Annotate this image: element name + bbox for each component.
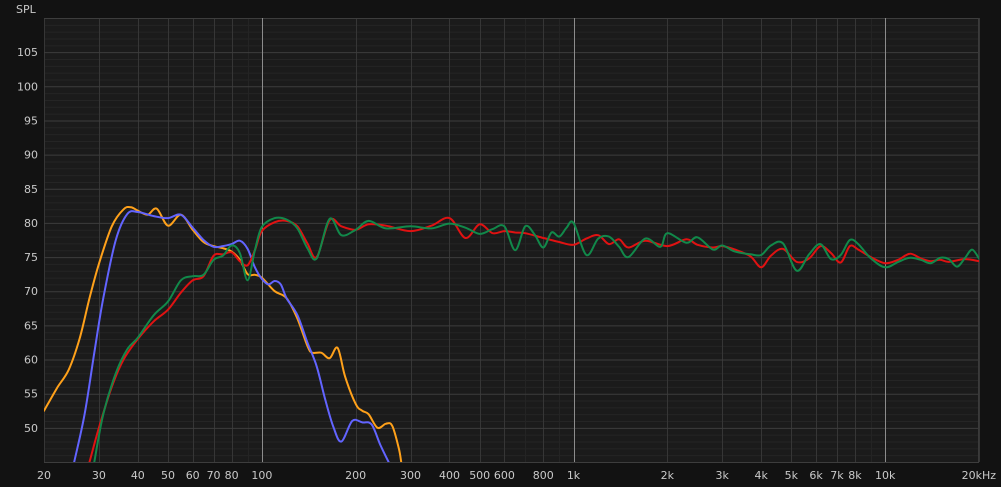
x-tick-label: 2k <box>661 469 675 482</box>
frequency-response-chart: 50 55 60 65 70 75 80 85 90 95 100 105 20 30 40 50 60 70 8… <box>16 3 996 482</box>
y-tick-labels: 50 55 60 65 70 75 80 85 90 95 100 105 <box>17 46 38 435</box>
x-tick-labels: 20 30 40 50 60 70 80 100 200 300 400 500 600 800 1k 2k 3… <box>37 469 996 482</box>
x-tick-label: 800 <box>533 469 554 482</box>
x-tick-label: 200 <box>345 469 366 482</box>
x-tick-label: 400 <box>439 469 460 482</box>
x-tick-label: 20kHz <box>962 469 997 482</box>
x-tick-label: 4k <box>754 469 768 482</box>
x-tick-label: 6k <box>809 469 823 482</box>
x-tick-label: 30 <box>92 469 106 482</box>
x-tick-label: 8k <box>848 469 862 482</box>
y-axis-label: SPL <box>16 3 37 16</box>
x-tick-label: 70 <box>207 469 221 482</box>
plot-background <box>44 18 979 462</box>
y-tick-label: 70 <box>24 285 38 298</box>
y-tick-label: 100 <box>17 80 38 93</box>
x-tick-label: 20 <box>37 469 51 482</box>
x-tick-label: 80 <box>225 469 239 482</box>
y-tick-label: 85 <box>24 183 38 196</box>
y-tick-label: 95 <box>24 114 38 127</box>
y-tick-label: 65 <box>24 319 38 332</box>
x-tick-label: 10k <box>875 469 896 482</box>
y-tick-label: 50 <box>24 422 38 435</box>
y-tick-label: 75 <box>24 251 38 264</box>
y-tick-label: 80 <box>24 217 38 230</box>
y-tick-label: 55 <box>24 388 38 401</box>
x-tick-label: 600 <box>494 469 515 482</box>
y-tick-label: 90 <box>24 149 38 162</box>
y-tick-label: 60 <box>24 354 38 367</box>
x-tick-label: 300 <box>400 469 421 482</box>
x-tick-label: 60 <box>186 469 200 482</box>
x-tick-label: 100 <box>251 469 272 482</box>
x-tick-label: 50 <box>161 469 175 482</box>
x-tick-label: 3k <box>716 469 730 482</box>
x-tick-label: 1k <box>567 469 581 482</box>
y-tick-label: 105 <box>17 46 38 59</box>
x-tick-label: 7k <box>830 469 844 482</box>
x-tick-label: 40 <box>131 469 145 482</box>
x-tick-label: 500 <box>469 469 490 482</box>
x-tick-label: 5k <box>785 469 799 482</box>
